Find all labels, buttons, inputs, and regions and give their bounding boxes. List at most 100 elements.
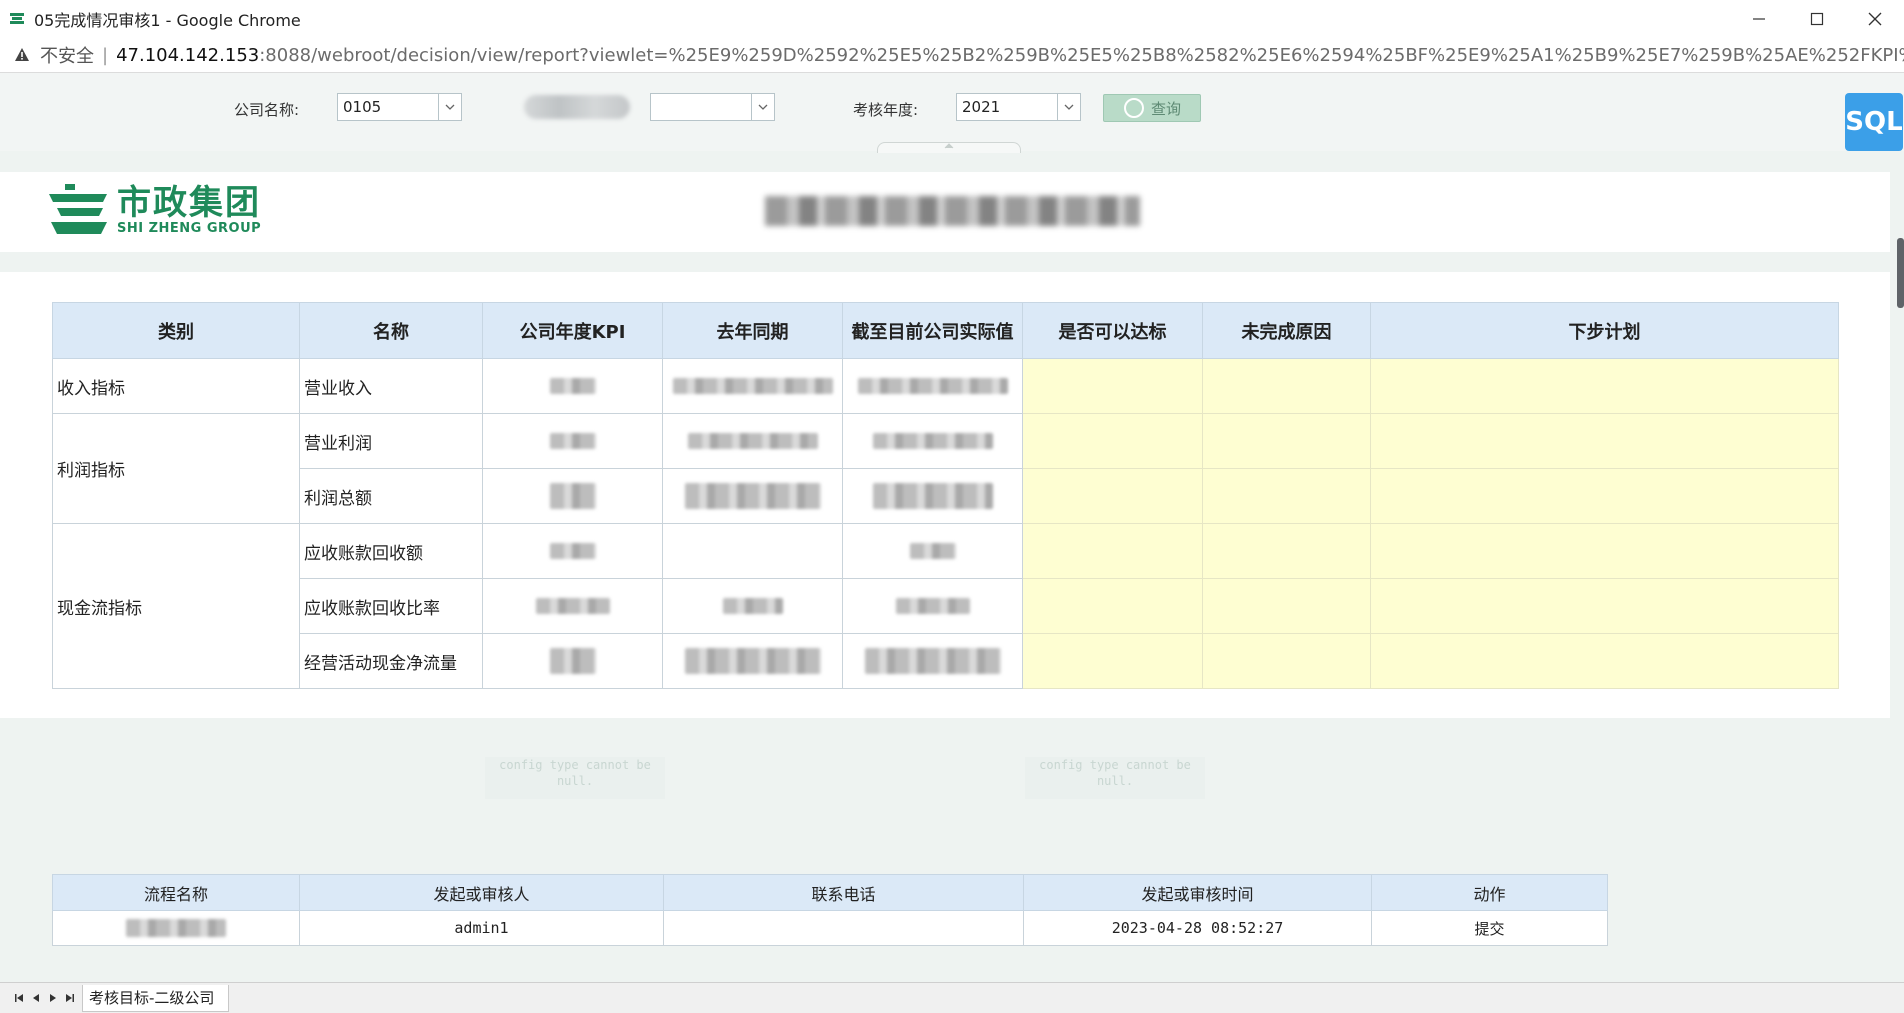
process-name-cell [52, 910, 300, 946]
plan-input[interactable] [1370, 413, 1839, 469]
company-value: 0105 [343, 98, 382, 116]
sheet-navigation [10, 988, 78, 1008]
blurred-value [549, 483, 596, 509]
app-logo-icon [8, 10, 26, 28]
category-cell: 收入指标 [52, 358, 300, 414]
blurred-value [549, 378, 596, 394]
query-button[interactable]: 查询 [1103, 94, 1201, 122]
blurred-label [524, 95, 630, 119]
table-row: 收入指标 营业收入 [52, 358, 1839, 414]
achievable-input[interactable] [1022, 468, 1203, 524]
company-select[interactable]: 0105 [337, 93, 462, 121]
company-logo: 市政集团 SHI ZHENG GROUP [47, 184, 261, 236]
flow-table: 流程名称 发起或审核人 联系电话 发起或审核时间 动作 admin1 2023-… [52, 874, 1608, 946]
kpi-table: 类别 名称 公司年度KPI 去年同期 截至目前公司实际值 是否可以达标 未完成原… [52, 302, 1839, 689]
achievable-input[interactable] [1022, 633, 1203, 689]
year-select[interactable]: 2021 [956, 93, 1081, 121]
maximize-button[interactable] [1788, 0, 1846, 38]
reason-input[interactable] [1202, 358, 1371, 414]
first-sheet-icon[interactable] [10, 988, 27, 1008]
blurred-value [549, 433, 596, 449]
reason-input[interactable] [1202, 413, 1371, 469]
sheet-tab-bar: 考核目标-二级公司 [0, 982, 1904, 1013]
time-cell: 2023-04-28 08:52:27 [1023, 910, 1372, 946]
name-cell: 营业收入 [299, 358, 483, 414]
blurred-value [535, 598, 610, 614]
search-icon [1123, 97, 1145, 119]
logo-mark-icon [49, 184, 107, 234]
column-header: 下步计划 [1370, 302, 1839, 359]
config-note: config type cannot be null. [1025, 757, 1205, 799]
last-year-cell [662, 468, 843, 524]
second-select[interactable] [650, 93, 775, 121]
column-header: 公司年度KPI [482, 302, 663, 359]
blurred-value [672, 378, 833, 394]
last-sheet-icon[interactable] [61, 988, 78, 1008]
year-value: 2021 [962, 98, 1001, 116]
blurred-value [909, 543, 956, 559]
column-header: 截至目前公司实际值 [842, 302, 1023, 359]
blurred-value [549, 543, 596, 559]
column-header: 动作 [1371, 874, 1608, 911]
logo-chinese-text: 市政集团 [117, 182, 261, 223]
category-cell: 利润指标 [52, 413, 300, 524]
url-host[interactable]: 47.104.142.153 [116, 45, 259, 66]
blurred-value [684, 648, 821, 674]
window-title: 05完成情况审核1 - Google Chrome [34, 11, 301, 30]
reason-input[interactable] [1202, 468, 1371, 524]
actual-cell [842, 468, 1023, 524]
address-bar[interactable]: 不安全 | 47.104.142.153:8088/webroot/decisi… [0, 38, 1904, 73]
name-cell: 经营活动现金净流量 [299, 633, 483, 689]
achievable-input[interactable] [1022, 413, 1203, 469]
achievable-input[interactable] [1022, 523, 1203, 579]
column-header: 发起或审核人 [299, 874, 664, 911]
achievable-input[interactable] [1022, 578, 1203, 634]
sheet-tab-active[interactable]: 考核目标-二级公司 [82, 984, 230, 1012]
last-year-cell [662, 578, 843, 634]
reason-input[interactable] [1202, 578, 1371, 634]
kpi-cell [482, 578, 663, 634]
warning-icon[interactable] [14, 47, 30, 63]
column-header: 是否可以达标 [1022, 302, 1203, 359]
last-year-cell [662, 523, 843, 579]
blurred-value [864, 648, 1001, 674]
name-cell: 应收账款回收额 [299, 523, 483, 579]
chevron-down-icon[interactable] [751, 94, 774, 120]
chevron-down-icon[interactable] [438, 94, 461, 120]
minimize-button[interactable] [1730, 0, 1788, 38]
name-cell: 营业利润 [299, 413, 483, 469]
flow-header-row: 流程名称 发起或审核人 联系电话 发起或审核时间 动作 [52, 874, 1608, 911]
reason-input[interactable] [1202, 523, 1371, 579]
kpi-cell [482, 468, 663, 524]
column-header: 发起或审核时间 [1023, 874, 1372, 911]
next-sheet-icon[interactable] [44, 988, 61, 1008]
insecure-label[interactable]: 不安全 [40, 42, 94, 68]
last-year-cell [662, 358, 843, 414]
collapse-toggle[interactable] [877, 142, 1021, 153]
plan-input[interactable] [1370, 578, 1839, 634]
blurred-value [857, 378, 1008, 394]
plan-input[interactable] [1370, 633, 1839, 689]
table-row: 利润指标 营业利润 [52, 413, 1839, 524]
address-separator: | [102, 44, 109, 66]
kpi-cell [482, 523, 663, 579]
kpi-header-row: 类别 名称 公司年度KPI 去年同期 截至目前公司实际值 是否可以达标 未完成原… [52, 302, 1839, 359]
kpi-cell [482, 358, 663, 414]
plan-input[interactable] [1370, 468, 1839, 524]
prev-sheet-icon[interactable] [27, 988, 44, 1008]
reason-input[interactable] [1202, 633, 1371, 689]
blurred-value [895, 598, 970, 614]
achievable-input[interactable] [1022, 358, 1203, 414]
url-path[interactable]: :8088/webroot/decision/view/report?viewl… [259, 45, 1904, 66]
blurred-value [872, 483, 993, 509]
sql-button[interactable]: SQL [1845, 93, 1903, 151]
year-label: 考核年度: [853, 101, 919, 119]
actual-cell [842, 633, 1023, 689]
column-header: 联系电话 [663, 874, 1024, 911]
chevron-down-icon[interactable] [1057, 94, 1080, 120]
close-button[interactable] [1846, 0, 1904, 38]
vertical-scrollbar[interactable] [1897, 238, 1904, 308]
plan-input[interactable] [1370, 358, 1839, 414]
plan-input[interactable] [1370, 523, 1839, 579]
name-cell: 应收账款回收比率 [299, 578, 483, 634]
